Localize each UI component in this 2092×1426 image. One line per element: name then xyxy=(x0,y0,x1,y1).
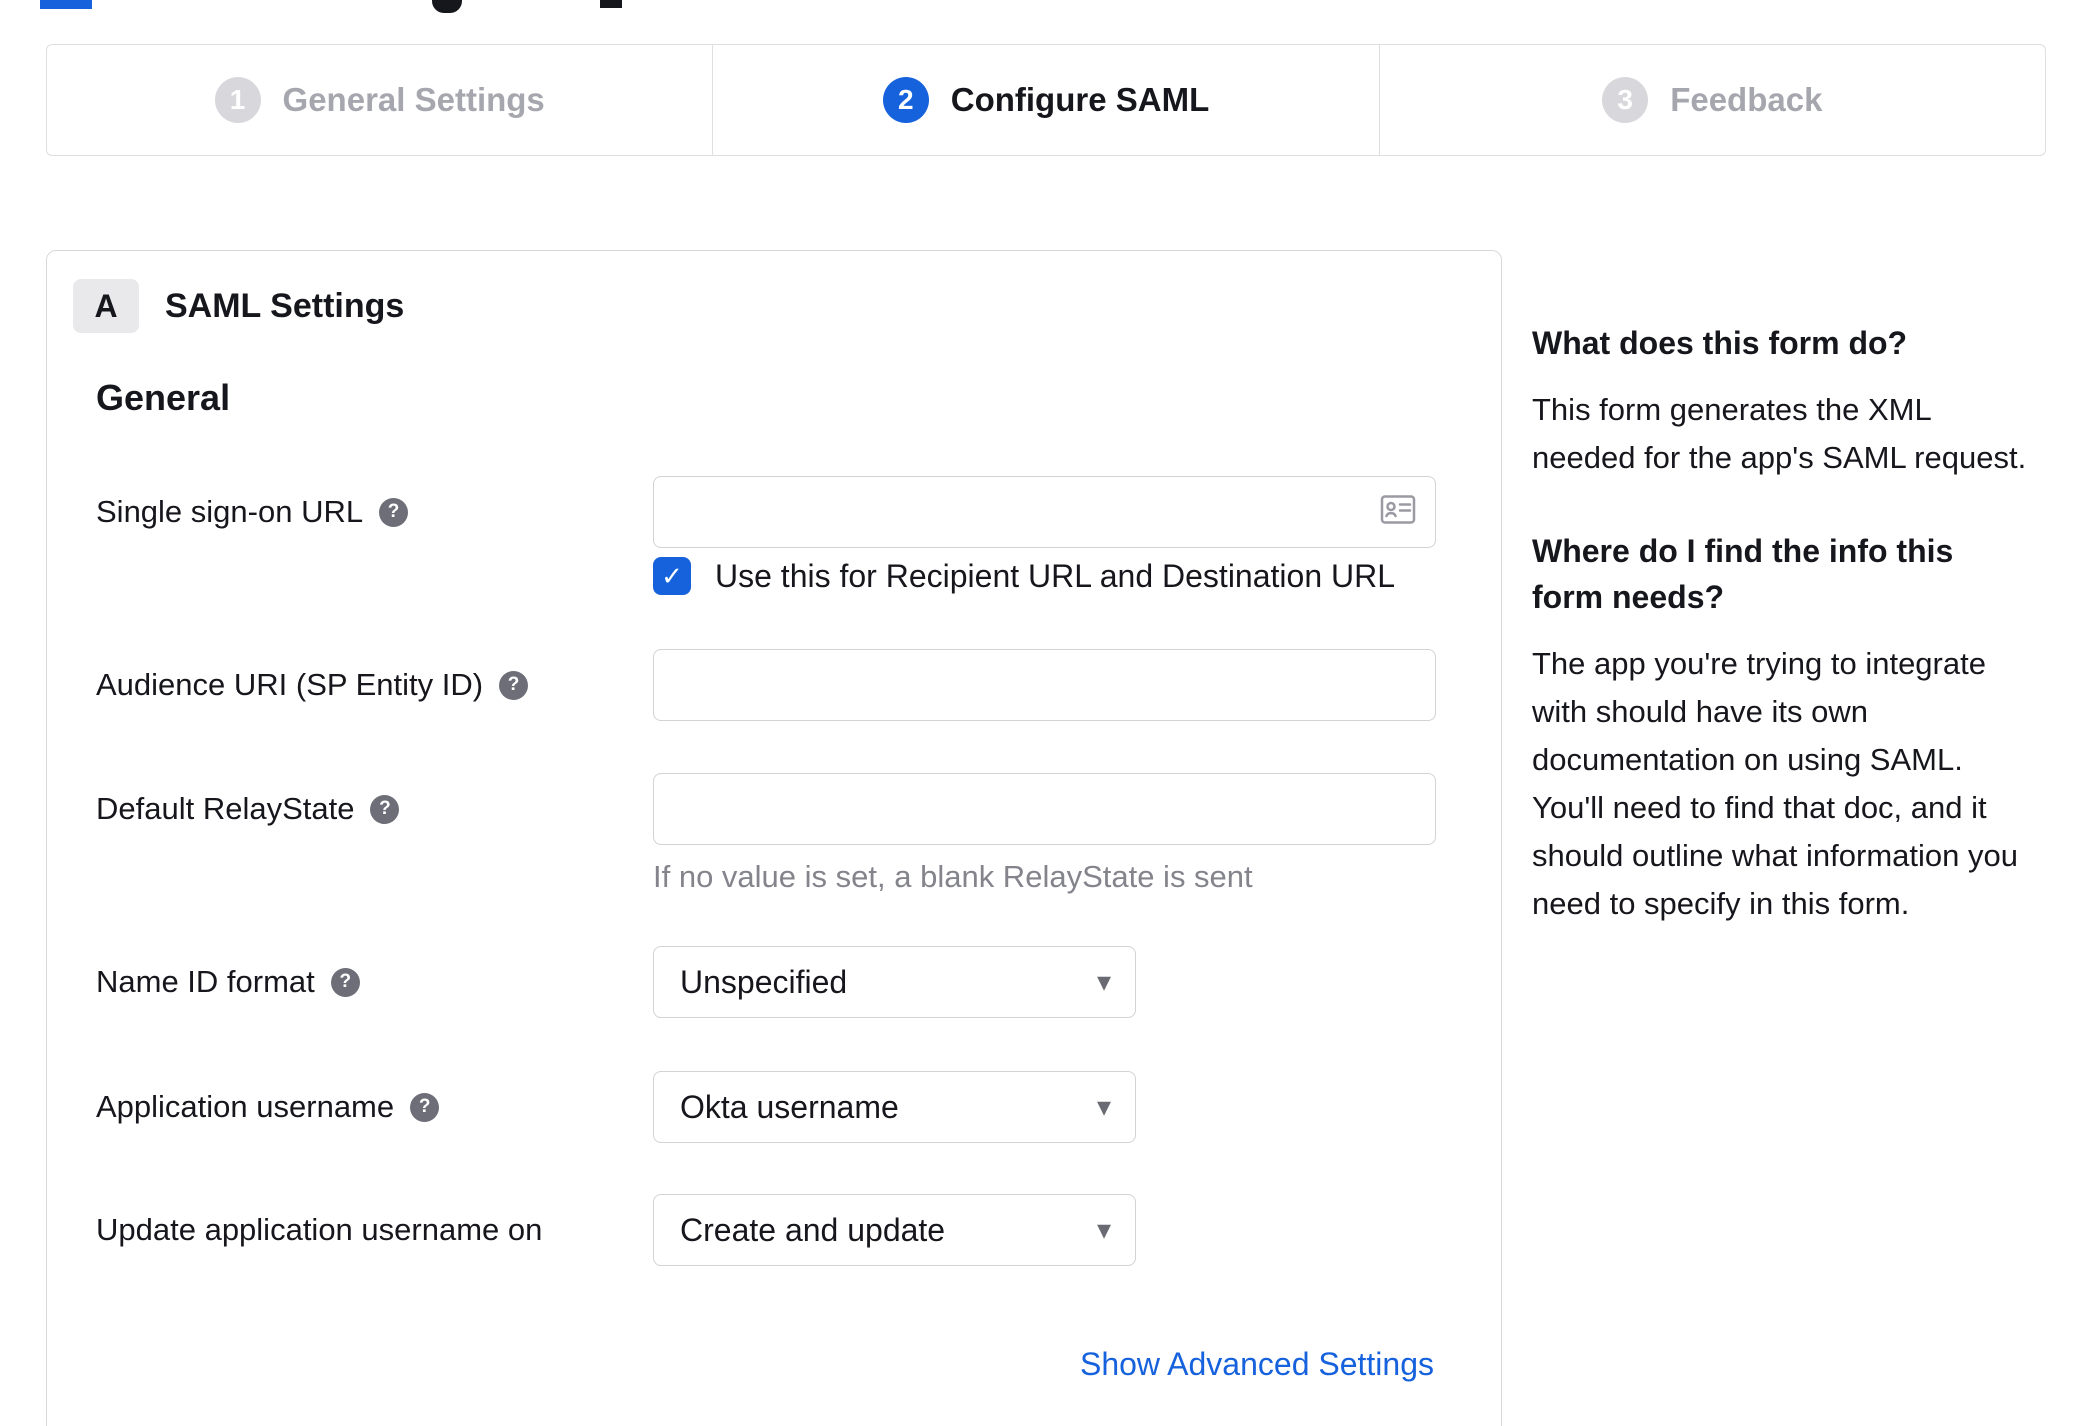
sidebar-section-body: The app you're trying to integrate with … xyxy=(1532,646,2018,921)
sidebar-section-body: This form generates the XML needed for t… xyxy=(1532,392,2027,475)
contact-card-icon[interactable] xyxy=(1380,495,1416,530)
step-label: General Settings xyxy=(282,81,545,118)
recipient-url-checkbox-label: Use this for Recipient URL and Destinati… xyxy=(715,557,1396,594)
show-advanced-settings-link[interactable]: Show Advanced Settings xyxy=(1080,1346,1434,1383)
name-id-format-select[interactable]: Unspecified ▾ xyxy=(653,946,1136,1018)
relaystate-helper-text: If no value is set, a blank RelayState i… xyxy=(653,859,1253,894)
step-number-badge: 3 xyxy=(1602,77,1649,123)
audience-uri-row: Audience URI (SP Entity ID) ? xyxy=(96,649,1436,721)
help-icon[interactable]: ? xyxy=(370,794,400,824)
section-badge: A xyxy=(73,279,139,333)
sidebar-section-title: Where do I find the info this form needs… xyxy=(1532,533,1954,615)
help-icon[interactable]: ? xyxy=(499,670,529,700)
step-general-settings[interactable]: 1 General Settings xyxy=(46,44,714,156)
name-id-format-value: Unspecified xyxy=(680,963,848,1000)
cutoff-fragment xyxy=(600,0,622,8)
recipient-url-checkbox-row: ✓ Use this for Recipient URL and Destina… xyxy=(653,554,1395,598)
help-icon[interactable]: ? xyxy=(330,967,360,997)
default-relaystate-input[interactable] xyxy=(653,773,1436,845)
update-application-username-value: Create and update xyxy=(680,1211,946,1248)
sidebar-section-title: What does this form do? xyxy=(1532,325,1908,361)
update-application-username-label: Update application username on xyxy=(96,1212,543,1247)
application-username-select[interactable]: Okta username ▾ xyxy=(653,1071,1136,1143)
help-icon[interactable]: ? xyxy=(379,497,409,527)
configure-saml-page: 1 General Settings 2 Configure SAML 3 Fe… xyxy=(0,0,2092,1426)
application-username-label: Application username xyxy=(96,1089,395,1124)
step-feedback[interactable]: 3 Feedback xyxy=(1378,44,2046,156)
help-icon[interactable]: ? xyxy=(410,1092,440,1122)
name-id-format-label: Name ID format xyxy=(96,964,315,999)
sso-url-input[interactable] xyxy=(653,476,1436,548)
audience-uri-label: Audience URI (SP Entity ID) xyxy=(96,667,484,702)
help-sidebar: What does this form do? This form genera… xyxy=(1532,320,2032,974)
application-username-row: Application username ? Okta username ▾ xyxy=(96,1071,1434,1143)
step-number-badge: 2 xyxy=(882,77,929,123)
saml-settings-panel: A SAML Settings General Single sign-on U… xyxy=(46,250,1502,1426)
application-username-value: Okta username xyxy=(680,1088,899,1125)
section-title: SAML Settings xyxy=(165,287,405,325)
step-number-badge: 1 xyxy=(214,77,261,123)
cutoff-fragment xyxy=(40,0,92,9)
step-label: Feedback xyxy=(1670,81,1823,118)
audience-uri-input-wrap xyxy=(653,649,1436,721)
chevron-down-icon: ▾ xyxy=(1096,966,1111,997)
cutoff-fragment xyxy=(432,0,462,13)
default-relaystate-label: Default RelayState xyxy=(96,791,355,826)
sso-url-row: Single sign-on URL ? xyxy=(96,476,1436,548)
audience-uri-input[interactable] xyxy=(653,649,1436,721)
chevron-down-icon: ▾ xyxy=(1096,1091,1111,1122)
sso-url-input-wrap xyxy=(653,476,1436,548)
update-application-username-select[interactable]: Create and update ▾ xyxy=(653,1194,1136,1266)
group-title: General xyxy=(96,377,231,418)
step-configure-saml[interactable]: 2 Configure SAML xyxy=(712,44,1380,156)
sso-url-label: Single sign-on URL xyxy=(96,494,364,529)
wizard-stepper: 1 General Settings 2 Configure SAML 3 Fe… xyxy=(46,44,2046,156)
name-id-format-row: Name ID format ? Unspecified ▾ xyxy=(96,946,1434,1018)
default-relaystate-input-wrap xyxy=(653,773,1436,845)
use-for-recipient-checkbox[interactable]: ✓ xyxy=(653,557,691,595)
step-label: Configure SAML xyxy=(950,81,1210,118)
update-application-username-row: Update application username on Create an… xyxy=(96,1194,1434,1266)
default-relaystate-row: Default RelayState ? xyxy=(96,773,1436,845)
chevron-down-icon: ▾ xyxy=(1096,1214,1111,1245)
